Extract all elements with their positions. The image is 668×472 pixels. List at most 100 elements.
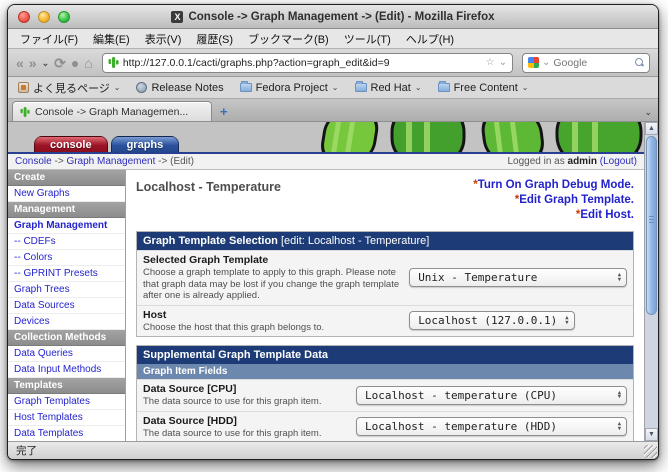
menu-bookmarks[interactable]: ブックマーク(B) bbox=[248, 31, 329, 47]
chevron-down-icon: ⌄ bbox=[522, 83, 529, 92]
stop-icon[interactable]: ● bbox=[71, 56, 79, 70]
main-content: Localhost - Temperature *Turn On Graph D… bbox=[126, 170, 644, 441]
field-description: Choose a graph template to apply to this… bbox=[143, 267, 399, 302]
field-description: The data source to use for this graph it… bbox=[143, 428, 346, 440]
folder-icon bbox=[438, 83, 450, 92]
url-input[interactable] bbox=[123, 57, 482, 69]
chevron-down-icon: ⌄ bbox=[114, 83, 121, 92]
field-row-data-source-hdd: Data Source [HDD] The data source to use… bbox=[137, 411, 633, 442]
menu-history[interactable]: 履歴(S) bbox=[196, 31, 233, 47]
select-value: Localhost - temperature (CPU) bbox=[365, 389, 557, 402]
page-title: Localhost - Temperature bbox=[136, 178, 281, 194]
logout-link[interactable]: (Logout) bbox=[600, 156, 637, 167]
engine-dropdown-icon[interactable]: ⌄ bbox=[542, 57, 550, 68]
title-bar: X Console -> Graph Management -> (Edit) … bbox=[8, 5, 658, 29]
logged-in-text: Logged in as bbox=[507, 156, 564, 167]
url-bar[interactable]: ☆ ⌄ bbox=[102, 53, 513, 73]
search-bar[interactable]: ⌄ bbox=[522, 53, 650, 73]
breadcrumb-bar: Console -> Graph Management -> (Edit) Lo… bbox=[8, 152, 644, 170]
sidebar-item-host-templates[interactable]: Host Templates bbox=[8, 410, 125, 426]
list-all-tabs-icon[interactable]: ⌄ bbox=[644, 107, 652, 118]
cacti-nav-tabs: console graphs bbox=[34, 136, 179, 152]
cacti-banner: console graphs bbox=[8, 122, 644, 152]
tab-console[interactable]: console bbox=[34, 136, 108, 152]
window-title: X Console -> Graph Management -> (Edit) … bbox=[171, 11, 494, 23]
search-input[interactable] bbox=[553, 57, 632, 69]
sidebar-item-cdefs[interactable]: -- CDEFs bbox=[8, 234, 125, 250]
bookmark-star-icon[interactable]: ☆ bbox=[486, 57, 495, 68]
sidebar-item-new-graphs[interactable]: New Graphs bbox=[8, 186, 125, 202]
sidebar-item-colors[interactable]: -- Colors bbox=[8, 250, 125, 266]
sidebar-item-graph-management[interactable]: Graph Management bbox=[8, 218, 125, 234]
menu-help[interactable]: ヘルプ(H) bbox=[406, 31, 454, 47]
bookmark-free-content[interactable]: Free Content ⌄ bbox=[438, 82, 529, 94]
scroll-up-icon[interactable]: ▲ bbox=[645, 122, 658, 135]
close-window-button[interactable] bbox=[18, 11, 30, 23]
bookmark-label: Free Content bbox=[454, 82, 518, 94]
edit-graph-template-link[interactable]: Edit Graph Template. bbox=[519, 194, 634, 206]
browser-viewport: console graphs Console -> Graph Manageme… bbox=[8, 122, 658, 441]
menu-view[interactable]: 表示(V) bbox=[145, 31, 182, 47]
host-select[interactable]: Localhost (127.0.0.1) ▲▼ bbox=[409, 311, 574, 330]
sidebar-item-data-input-methods[interactable]: Data Input Methods bbox=[8, 362, 125, 378]
menu-file[interactable]: ファイル(F) bbox=[20, 31, 78, 47]
sidebar-item-data-templates[interactable]: Data Templates bbox=[8, 426, 125, 441]
field-label: Selected Graph Template bbox=[143, 254, 399, 266]
bookmark-release-notes[interactable]: Release Notes bbox=[136, 82, 223, 94]
sidebar-item-graph-templates[interactable]: Graph Templates bbox=[8, 394, 125, 410]
bookmark-fedora-project[interactable]: Fedora Project ⌄ bbox=[240, 82, 339, 94]
history-dropdown-icon[interactable]: ⌄ bbox=[42, 56, 50, 70]
bookmark-label: Fedora Project bbox=[256, 82, 328, 94]
graph-template-select[interactable]: Unix - Temperature ▲▼ bbox=[409, 268, 627, 287]
sidebar-item-gprint-presets[interactable]: -- GPRINT Presets bbox=[8, 266, 125, 282]
field-label: Host bbox=[143, 309, 399, 321]
section-title: Supplemental Graph Template Data bbox=[143, 349, 328, 361]
data-source-hdd-select[interactable]: Localhost - temperature (HDD) ▲▼ bbox=[356, 417, 627, 436]
browser-tab-active[interactable]: Console -> Graph Managemen... bbox=[12, 101, 212, 121]
data-source-cpu-select[interactable]: Localhost - temperature (CPU) ▲▼ bbox=[356, 386, 627, 405]
field-label: Data Source [HDD] bbox=[143, 415, 346, 427]
search-icon[interactable] bbox=[635, 58, 644, 67]
menu-edit[interactable]: 編集(E) bbox=[93, 31, 130, 47]
navigation-toolbar: « » ⌄ ⟳ ● ⌂ ☆ ⌄ ⌄ bbox=[8, 49, 658, 77]
scroll-down-icon[interactable]: ▼ bbox=[645, 428, 658, 441]
action-links: *Turn On Graph Debug Mode. *Edit Graph T… bbox=[473, 178, 634, 223]
resize-grip[interactable] bbox=[644, 445, 657, 458]
cacti-favicon bbox=[20, 106, 30, 118]
menu-tools[interactable]: ツール(T) bbox=[344, 31, 391, 47]
select-value: Localhost - temperature (HDD) bbox=[365, 420, 557, 433]
sidebar-item-graph-trees[interactable]: Graph Trees bbox=[8, 282, 125, 298]
new-tab-icon[interactable]: + bbox=[212, 104, 236, 121]
scrollbar-thumb[interactable] bbox=[646, 136, 657, 315]
back-icon[interactable]: « bbox=[16, 56, 24, 70]
field-label: Data Source [CPU] bbox=[143, 383, 346, 395]
tab-graphs[interactable]: graphs bbox=[111, 136, 180, 152]
bookmark-label: Release Notes bbox=[151, 82, 223, 94]
home-icon[interactable]: ⌂ bbox=[84, 56, 92, 70]
turn-on-debug-link[interactable]: Turn On Graph Debug Mode. bbox=[478, 179, 634, 191]
window-title-text: Console -> Graph Management -> (Edit) - … bbox=[188, 11, 494, 23]
minimize-window-button[interactable] bbox=[38, 11, 50, 23]
sidebar-item-devices[interactable]: Devices bbox=[8, 314, 125, 330]
breadcrumb-graph-management-link[interactable]: Graph Management bbox=[66, 156, 155, 167]
chevron-down-icon: ⌄ bbox=[415, 83, 422, 92]
google-engine-icon bbox=[528, 57, 539, 68]
select-value: Localhost (127.0.0.1) bbox=[418, 314, 557, 327]
edit-host-link[interactable]: Edit Host. bbox=[580, 209, 634, 221]
breadcrumb-console-link[interactable]: Console bbox=[15, 156, 52, 167]
cactus-graphic bbox=[314, 122, 644, 152]
bookmark-red-hat[interactable]: Red Hat ⌄ bbox=[355, 82, 422, 94]
most-visited-icon bbox=[18, 82, 29, 93]
sidebar-item-data-queries[interactable]: Data Queries bbox=[8, 346, 125, 362]
graph-template-selection-section: Graph Template Selection [edit: Localhos… bbox=[136, 231, 634, 337]
forward-icon[interactable]: » bbox=[29, 56, 37, 70]
page-scrollbar[interactable]: ▲ ▼ bbox=[644, 122, 658, 441]
status-bar: 完了 bbox=[8, 441, 658, 459]
reload-icon[interactable]: ⟳ bbox=[54, 56, 66, 70]
sidebar-item-data-sources[interactable]: Data Sources bbox=[8, 298, 125, 314]
cacti-favicon bbox=[108, 56, 119, 69]
bookmark-label: Red Hat bbox=[371, 82, 411, 94]
bookmark-most-visited[interactable]: よく見るページ ⌄ bbox=[18, 80, 120, 96]
zoom-window-button[interactable] bbox=[58, 11, 70, 23]
url-dropdown-icon[interactable]: ⌄ bbox=[499, 57, 507, 68]
